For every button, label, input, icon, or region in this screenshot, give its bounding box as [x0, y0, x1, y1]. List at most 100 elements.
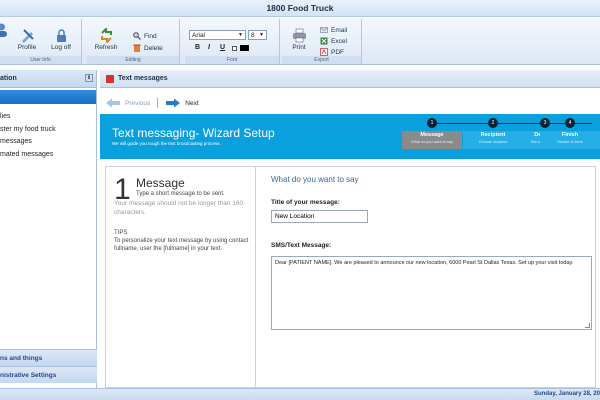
sidebar-item-supplies[interactable]: lies [0, 111, 96, 124]
logoff-button[interactable]: Log off [46, 28, 76, 51]
sidebar-section-admin-settings[interactable]: nistrative Settings [0, 366, 97, 383]
resize-grip-icon[interactable] [585, 323, 590, 328]
status-bar: Sunday, January 28, 201 [0, 388, 600, 400]
wizard-content: 1 Message Type a short message to be sen… [105, 166, 596, 388]
user-icon [0, 23, 7, 37]
step-info-subtitle: Type a short message to be sent. [136, 191, 225, 197]
step-label: Message [420, 132, 444, 138]
email-icon [320, 27, 328, 33]
pdf-icon [320, 48, 328, 56]
wizard-banner: Text messaging- Wizard Setup We will gui… [100, 114, 600, 159]
delete-label: Delete [144, 44, 163, 52]
email-button[interactable]: Email [320, 26, 347, 34]
export-group-label: Export [282, 56, 361, 64]
delete-button[interactable]: Delete [133, 44, 163, 52]
ribbon-group-editing: Refresh Find Delete Editing [87, 19, 180, 64]
step-info-panel: 1 Message Type a short message to be sen… [106, 167, 256, 387]
message-title-input[interactable] [271, 210, 368, 223]
navigation-pane: ation ⇕ lies ster my food truck messages… [0, 70, 97, 388]
pdf-label: PDF [331, 48, 344, 56]
font-size-select[interactable]: 8 ▼ [248, 30, 267, 40]
step-info-limit: Your message should not be longer than 1… [114, 200, 244, 216]
sidebar-item-text-messages[interactable]: messages [0, 136, 96, 149]
wizard-title: Text messaging- Wizard Setup [112, 126, 275, 140]
editing-group-label: Editing [87, 56, 179, 64]
window-title: 1800 Food Truck [0, 0, 600, 17]
profile-icon [21, 29, 34, 43]
wizard-nav: Previous Next [105, 96, 199, 110]
print-icon [292, 28, 306, 43]
ribbon: Profile Log off User Info Refresh Find D… [0, 17, 600, 65]
step-description: Choose recipient [478, 140, 508, 144]
lock-icon [56, 29, 66, 42]
sms-message-textarea[interactable]: Dear [PATIENT NAME]. We are pleased to a… [271, 256, 592, 330]
sidebar-item-automated-messages[interactable]: mated messages [0, 149, 96, 162]
find-label: Find [144, 32, 157, 40]
text-messages-icon [106, 74, 114, 83]
pdf-button[interactable]: PDF [320, 48, 344, 56]
step-info-title: Message [136, 176, 185, 190]
chevron-down-icon: ▼ [259, 32, 264, 38]
main-content: Text messages Previous Next Text messagi… [100, 70, 600, 388]
step-number: 4 [565, 118, 575, 128]
step-label: Finish [561, 132, 579, 138]
next-arrow-icon[interactable] [165, 98, 181, 108]
ribbon-group-export: Print Email Excel PDF Export [282, 19, 362, 64]
step-finish[interactable]: 4 Finish Review & done [540, 118, 600, 160]
profile-button[interactable]: Profile [14, 28, 40, 51]
find-icon [133, 32, 141, 40]
chevron-down-icon: ▼ [238, 32, 243, 38]
print-button[interactable]: Print [286, 28, 312, 51]
document-tab-title: Text messages [118, 74, 168, 82]
wizard-subtitle: We will guide you tough the text broadca… [112, 141, 221, 146]
title-field-label: Title of your message: [271, 199, 340, 206]
font-color-button[interactable] [240, 45, 249, 51]
user-info-group-label: User Info [0, 56, 81, 64]
excel-button[interactable]: Excel [320, 37, 347, 45]
font-family-select[interactable]: Arial ▼ [189, 30, 246, 40]
font-family-value: Arial [192, 32, 206, 39]
sidebar-selected-item[interactable] [0, 90, 96, 104]
ribbon-group-font: Font [185, 19, 280, 64]
underline-button[interactable]: U [220, 44, 225, 51]
step-number: 2 [488, 118, 498, 128]
excel-icon [320, 37, 328, 45]
find-button[interactable]: Find [133, 32, 157, 40]
sidebar-section-items[interactable]: ns and things [0, 349, 97, 366]
step-recipient[interactable]: 2 Recipient Choose recipient [463, 118, 523, 160]
ribbon-group-user-info: Profile Log off User Info [0, 19, 82, 64]
refresh-label: Refresh [94, 44, 118, 51]
document-tab[interactable]: Text messages [100, 70, 600, 88]
bold-button[interactable]: B [195, 44, 200, 51]
highlight-color-button[interactable] [232, 46, 237, 51]
next-button[interactable]: Next [185, 100, 198, 107]
status-date: Sunday, January 28, 201 [534, 391, 600, 397]
delete-icon [133, 44, 141, 52]
step-number: 1 [427, 118, 437, 128]
sms-message-text: Dear [PATIENT NAME]. We are pleased to a… [275, 260, 574, 266]
previous-button[interactable]: Previous [125, 100, 150, 107]
refresh-icon [100, 28, 112, 43]
italic-button[interactable]: I [208, 44, 210, 51]
logoff-label: Log off [51, 44, 71, 51]
excel-label: Excel [331, 37, 347, 45]
font-size-value: 8 [251, 32, 255, 39]
navigation-pane-header: ation ⇕ [0, 70, 96, 88]
step-info-tips: TIPS To personalize your text message by… [114, 230, 249, 252]
previous-arrow-icon[interactable] [105, 98, 121, 108]
sidebar-item-register-food-truck[interactable]: ster my food truck [0, 124, 96, 137]
refresh-button[interactable]: Refresh [92, 28, 120, 51]
font-group-label: Font [185, 56, 279, 64]
form-question: What do you want to say [271, 175, 359, 184]
step-description: Review & done [557, 140, 583, 144]
pin-icon[interactable]: ⇕ [85, 74, 93, 82]
step-message[interactable]: 1 Message What do you want to say [402, 118, 462, 160]
profile-label: Profile [17, 44, 37, 51]
sms-field-label: SMS/Text Message: [271, 242, 332, 249]
step-description: What do you want to say [411, 140, 453, 144]
navigation-pane-title: ation [0, 75, 17, 82]
step-label: Recipient [480, 132, 506, 138]
message-form: What do you want to say Title of your me… [264, 167, 594, 387]
print-label: Print [292, 44, 306, 51]
user-button[interactable] [0, 22, 10, 38]
